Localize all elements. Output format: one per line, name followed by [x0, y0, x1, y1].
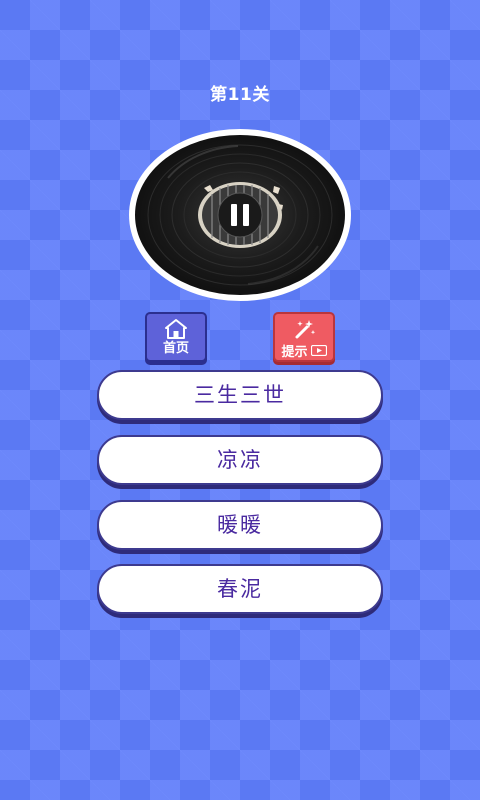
home-button[interactable]: 首页 — [145, 312, 207, 362]
answer-option-1[interactable]: 三生三世 — [97, 370, 383, 420]
pause-icon[interactable] — [217, 192, 263, 238]
home-button-label: 首页 — [162, 341, 189, 356]
answer-option-3[interactable]: 暖暖 — [97, 500, 383, 550]
answer-option-2[interactable]: 凉凉 — [97, 435, 383, 485]
home-icon — [165, 319, 187, 339]
hint-button-label: 提示 — [281, 345, 308, 360]
level-title: 第11关 — [210, 85, 270, 105]
hint-button[interactable]: 提示 — [273, 312, 335, 362]
answer-option-4[interactable]: 春泥 — [97, 564, 383, 614]
vinyl-record — [128, 128, 352, 302]
magic-wand-icon — [295, 320, 316, 339]
video-icon — [310, 345, 327, 356]
